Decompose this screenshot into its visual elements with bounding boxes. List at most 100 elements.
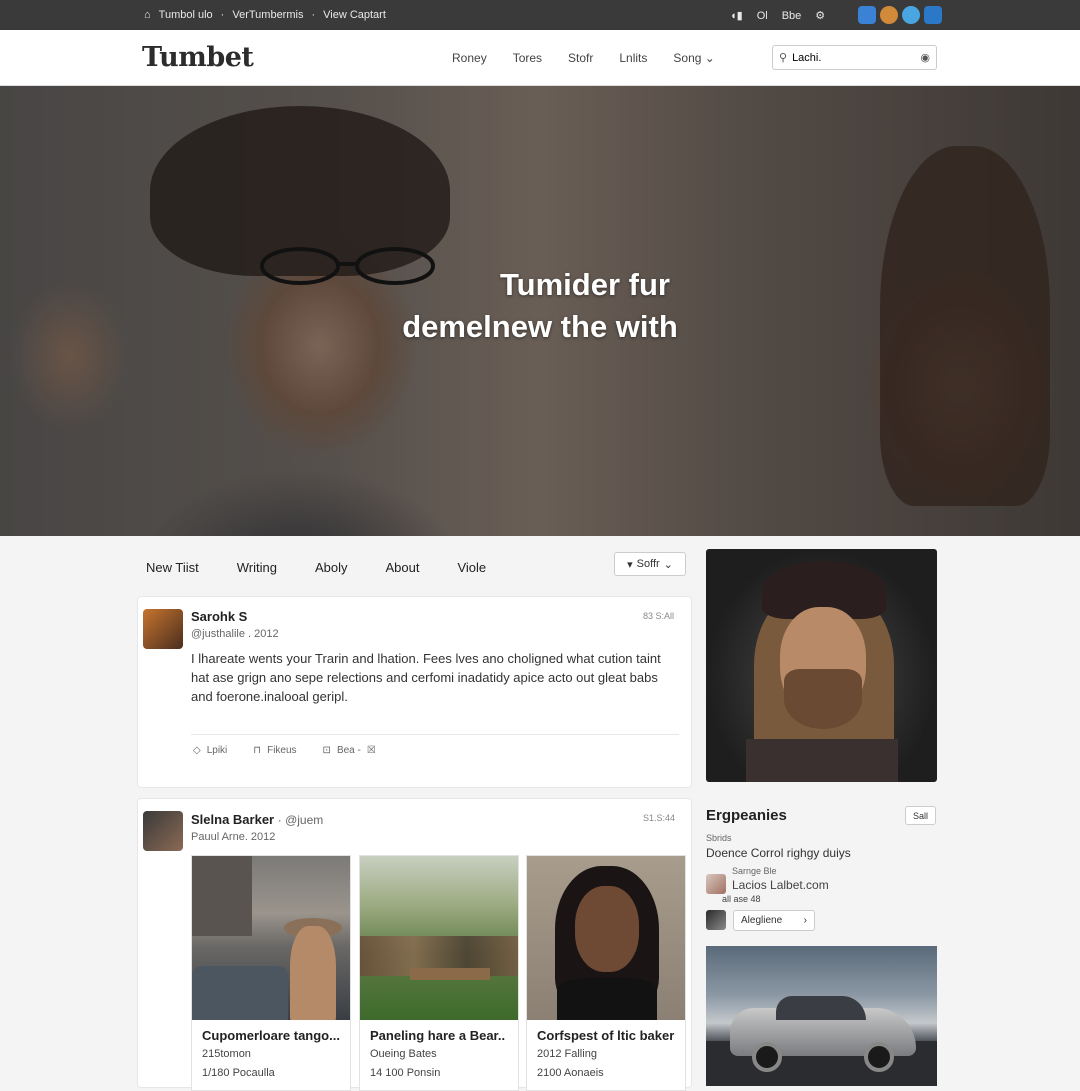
nav-item-2[interactable]: Tores xyxy=(513,51,542,65)
sort-label: Soffr xyxy=(636,558,660,570)
media-tile[interactable]: Corfspest of ltic baker 2012 Falling 210… xyxy=(526,855,686,1091)
globe-icon[interactable]: ◉ xyxy=(920,51,930,64)
site-header: Tumbet Roney Tores Stofr Lnlits Song ⌄ ⚲… xyxy=(0,30,1080,86)
tab-5[interactable]: Viole xyxy=(457,560,486,575)
post-card: Sarohk S @justhalile . 2012 83 S:All I l… xyxy=(137,596,692,788)
feed-tabs: New Tiist Writing Aboly About Viole xyxy=(146,560,524,575)
search-input[interactable] xyxy=(792,51,911,64)
sysbar-status-1[interactable]: Ol xyxy=(757,10,768,22)
post-timestamp: 83 S:All xyxy=(643,611,675,621)
sidebar-more-button[interactable]: Sall xyxy=(905,806,936,825)
settings-icon[interactable]: ⚙ xyxy=(815,9,825,22)
reblog-icon: ⊓ xyxy=(253,745,262,756)
sort-dropdown[interactable]: ▾ Soffr ⌄ xyxy=(614,552,686,576)
avatar[interactable] xyxy=(706,874,726,894)
sidebar-row-label: Sarnge Ble xyxy=(732,866,777,876)
post-author-name: Slelna Barker xyxy=(191,812,275,827)
search-icon: ⚲ xyxy=(779,52,788,64)
app-icon-sky[interactable] xyxy=(902,6,920,24)
post-body: I lhareate wents your Trarin and lhation… xyxy=(191,651,661,704)
post-card: Slelna Barker · @juem Pauul Arne. 2012 S… xyxy=(137,798,692,1091)
repost-action[interactable]: ⊓ Fikeus xyxy=(253,745,296,756)
portrait-photo xyxy=(527,856,685,1020)
send-icon: ☒ xyxy=(366,745,376,756)
app-tray xyxy=(858,6,942,24)
separator-dot: · xyxy=(311,9,316,21)
app-icon-orange[interactable] xyxy=(880,6,898,24)
hero-headline: Tumider fur demelnew the with xyxy=(0,264,1080,348)
system-bar-right: ◖▮ Ol Bbe ⚙ xyxy=(730,9,825,23)
tile-title: Cupomerloare tango... xyxy=(202,1028,340,1043)
heart-icon: ◇ xyxy=(193,745,201,756)
tab-2[interactable]: Writing xyxy=(237,560,277,575)
post-timestamp: S1.S:44 xyxy=(643,813,676,823)
hero-headline-line1: Tumider fur xyxy=(500,267,670,302)
sweater-shape xyxy=(557,978,657,1020)
wheel-shape xyxy=(752,1042,782,1072)
sidebar-link[interactable]: Lacios Lalbet.com xyxy=(732,878,829,892)
separator-dot: · xyxy=(220,9,225,21)
sidebar-meta: all ase 48 xyxy=(722,894,761,904)
tab-4[interactable]: About xyxy=(385,560,419,575)
system-bar-left: ⌂ Tumbol ulo · VerTumbermis · View Capta… xyxy=(144,9,386,21)
share-label: Bea - xyxy=(336,745,361,756)
post-author[interactable]: Slelna Barker · @juem xyxy=(191,812,323,827)
car-window-shape xyxy=(776,996,866,1020)
face-shape xyxy=(575,886,639,972)
tile-meta: 14 100 Ponsin xyxy=(370,1067,441,1079)
search-box[interactable]: ⚲ ◉ xyxy=(772,45,937,70)
avatar[interactable] xyxy=(143,609,183,649)
bird-icon: ▾ xyxy=(627,558,633,571)
share-action[interactable]: ⊡ Bea - ☒ xyxy=(323,745,376,756)
nav-item-4[interactable]: Lnlits xyxy=(619,51,647,65)
sysbar-status-2[interactable]: Bbe xyxy=(782,10,802,22)
shirt-shape xyxy=(746,739,898,782)
street-photo xyxy=(192,856,350,1020)
sidebar-description: Doence Corrol righgy duiys xyxy=(706,846,851,860)
avatar[interactable] xyxy=(706,910,726,930)
chevron-right-icon: › xyxy=(803,915,807,926)
follow-label: Alegliene xyxy=(741,915,783,926)
sysbar-item-2[interactable]: VerTumbermis xyxy=(232,9,303,21)
like-label: Lpiki xyxy=(206,745,228,756)
featured-portrait[interactable] xyxy=(706,549,937,782)
car-shape xyxy=(192,966,288,1020)
tab-3[interactable]: Aboly xyxy=(315,560,348,575)
nav-item-3[interactable]: Stofr xyxy=(568,51,593,65)
tile-meta: 2100 Aonaeis xyxy=(537,1067,604,1079)
nav-item-1[interactable]: Roney xyxy=(452,51,487,65)
park-photo xyxy=(360,856,518,1020)
post-handle: Pauul Arne. 2012 xyxy=(191,831,276,843)
person-shape xyxy=(290,926,336,1020)
divider xyxy=(191,734,679,735)
sysbar-item-1[interactable]: Tumbol ulo xyxy=(159,9,213,21)
media-tile[interactable]: Paneling hare a Bear.. Oueing Bates 14 1… xyxy=(359,855,519,1091)
chevron-down-icon: ⌄ xyxy=(663,558,673,571)
chevron-down-icon: ⌄ xyxy=(704,51,715,65)
media-tile[interactable]: Cupomerloare tango... 215tomon 1/180 Poc… xyxy=(191,855,351,1091)
tile-meta: Oueing Bates xyxy=(370,1048,437,1060)
home-icon[interactable]: ⌂ xyxy=(144,9,151,21)
tile-title: Corfspest of ltic baker xyxy=(537,1028,675,1043)
system-bar: ⌂ Tumbol ulo · VerTumbermis · View Capta… xyxy=(0,0,1080,30)
follow-button[interactable]: Alegliene › xyxy=(733,910,815,931)
app-icon-blue[interactable] xyxy=(858,6,876,24)
app-icon-store[interactable] xyxy=(924,6,942,24)
tile-title: Paneling hare a Bear.. xyxy=(370,1028,506,1043)
post-actions: ◇ Lpiki ⊓ Fikeus ⊡ Bea - ☒ xyxy=(193,745,376,756)
site-logo[interactable]: Tumbet xyxy=(142,42,254,73)
wheel-shape xyxy=(864,1042,894,1072)
table-shape xyxy=(410,968,490,980)
like-action[interactable]: ◇ Lpiki xyxy=(193,745,227,756)
comment-icon: ⊡ xyxy=(322,745,331,756)
avatar[interactable] xyxy=(143,811,183,851)
sysbar-item-3[interactable]: View Captart xyxy=(323,9,386,21)
volume-icon[interactable]: ◖▮ xyxy=(730,9,743,22)
car-photo[interactable] xyxy=(706,946,937,1086)
tab-1[interactable]: New Tiist xyxy=(146,560,199,575)
tile-meta: 1/180 Pocaulla xyxy=(202,1067,275,1079)
nav-item-dropdown[interactable]: Song ⌄ xyxy=(673,51,714,65)
tile-meta: 215tomon xyxy=(202,1048,251,1060)
building-shape xyxy=(192,856,252,936)
post-author[interactable]: Sarohk S xyxy=(191,609,247,624)
